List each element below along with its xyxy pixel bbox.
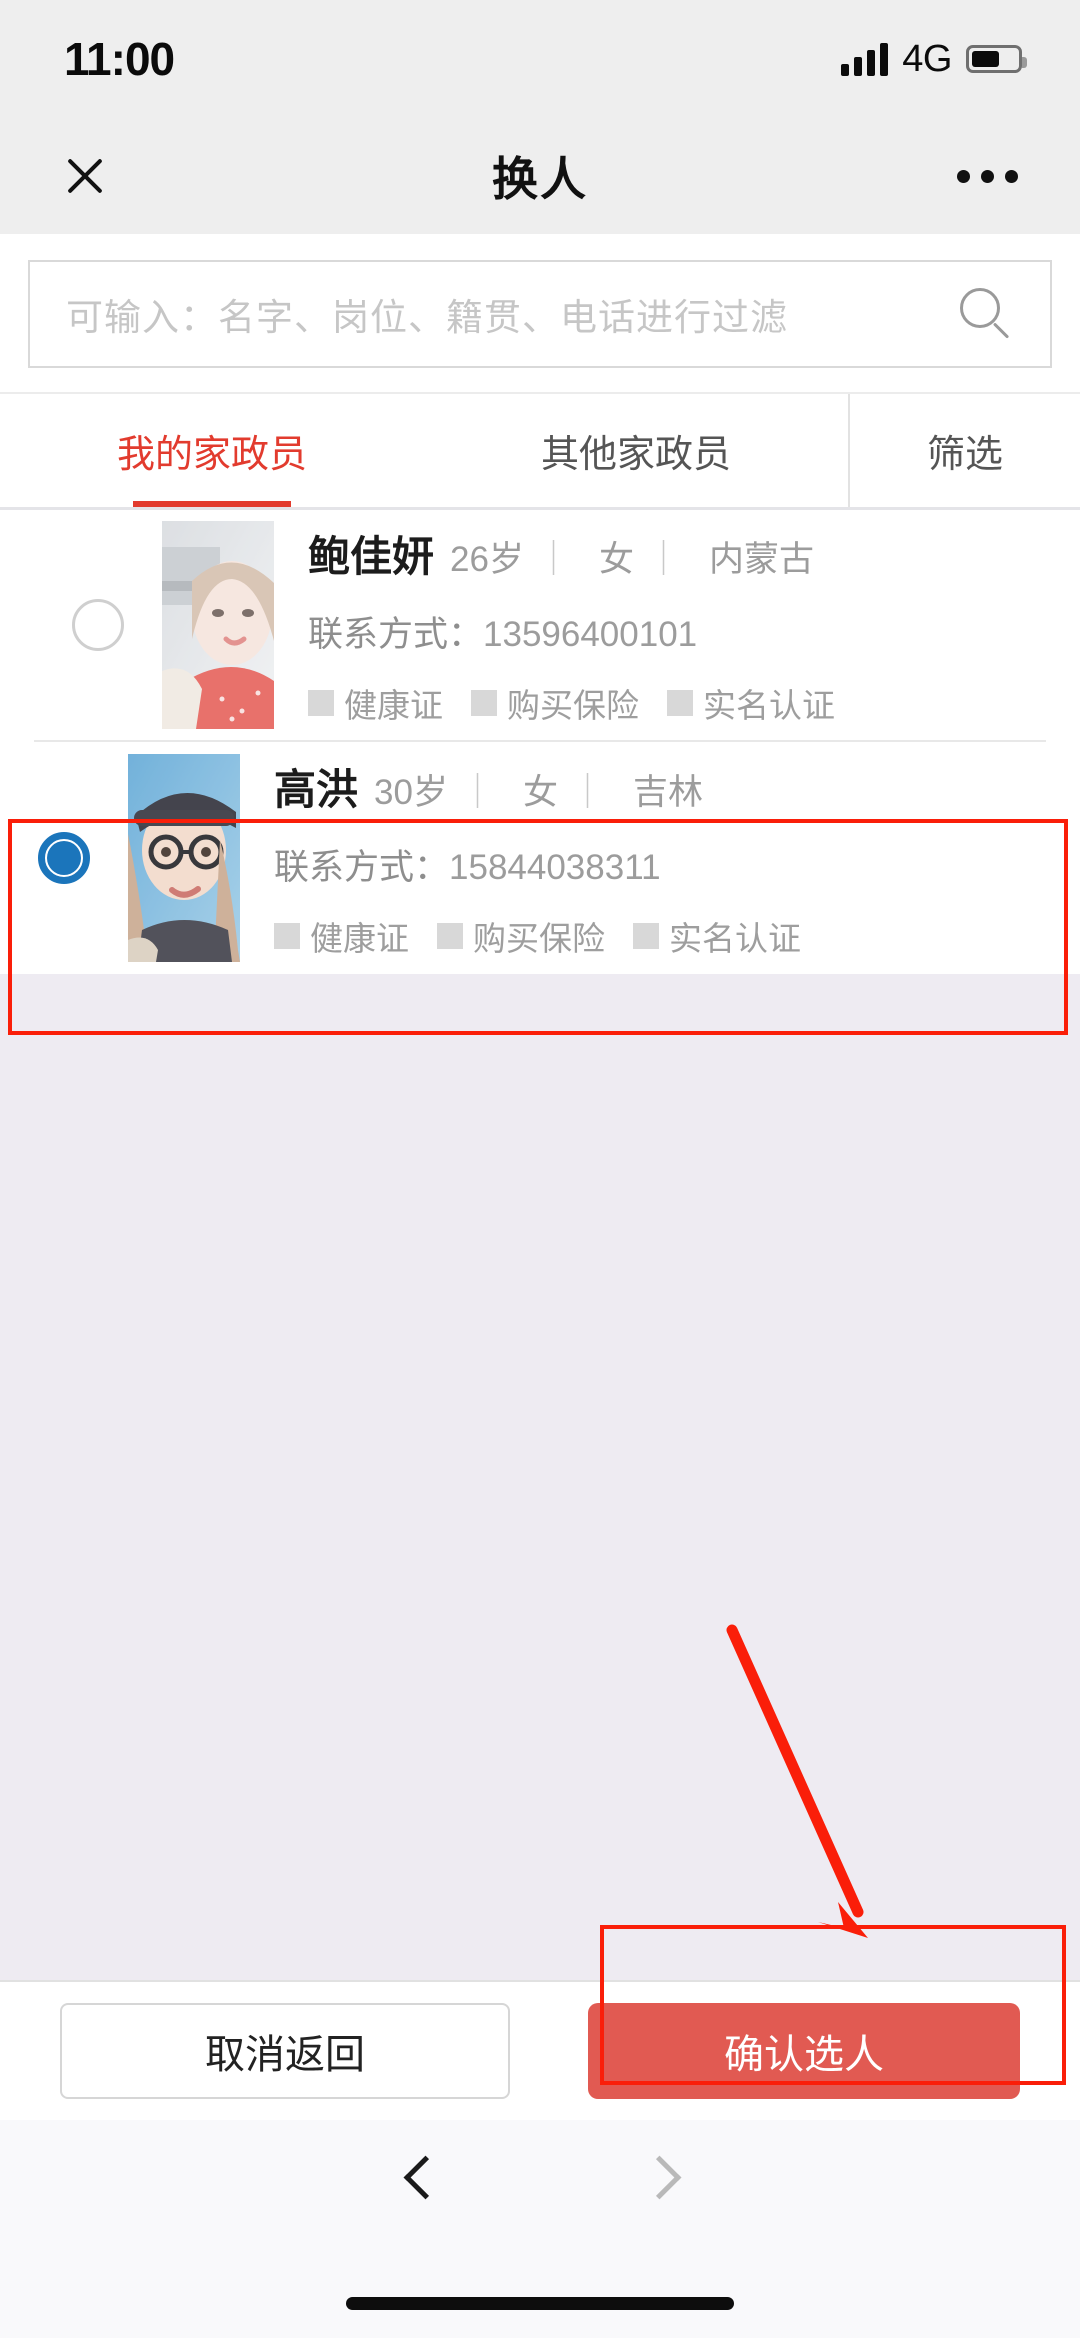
- person-info: 鲍佳妍 26岁 ｜ 女 ｜ 内蒙古 联系方式：13596400101 健康证 购…: [274, 523, 1046, 727]
- badge-square-icon: [274, 923, 300, 949]
- person-age: 26岁: [450, 540, 524, 579]
- status-badge: 购买保险: [471, 679, 639, 727]
- list-item[interactable]: 高洪 30岁 ｜ 女 ｜ 吉林 联系方式：15844038311 健康证 购买保…: [0, 742, 1080, 974]
- person-age: 30岁: [374, 773, 448, 812]
- badge-square-icon: [437, 923, 463, 949]
- person-badges: 健康证 购买保险 实名认证: [274, 912, 1080, 960]
- badge-label: 购买保险: [473, 920, 605, 957]
- phone-screen: 11:00 4G 换人 可输入：名字、岗位、籍贯、电话进行过滤 我的家政员 其他…: [0, 0, 1080, 2338]
- person-name: 高洪: [274, 766, 359, 813]
- status-badge: 健康证: [308, 679, 443, 727]
- badge-label: 实名认证: [703, 687, 835, 724]
- avatar: [162, 521, 274, 729]
- badge-label: 健康证: [344, 687, 443, 724]
- search-icon[interactable]: [958, 286, 1014, 342]
- housekeeper-list: 鲍佳妍 26岁 ｜ 女 ｜ 内蒙古 联系方式：13596400101 健康证 购…: [0, 510, 1080, 974]
- tab-bar: 我的家政员 其他家政员 筛选: [0, 392, 1080, 510]
- radio-unchecked-icon[interactable]: [72, 599, 124, 651]
- contact-label: 联系方式：: [308, 615, 484, 654]
- search-section: 可输入：名字、岗位、籍贯、电话进行过滤: [0, 234, 1080, 392]
- status-badge: 实名认证: [667, 679, 835, 727]
- person-radio[interactable]: [34, 599, 162, 651]
- badge-square-icon: [633, 923, 659, 949]
- person-contact: 联系方式：13596400101: [308, 606, 1046, 657]
- signal-bars-icon: [841, 42, 889, 76]
- contact-number: 13596400101: [483, 615, 698, 654]
- status-badge: 实名认证: [633, 912, 801, 960]
- confirm-button[interactable]: 确认选人: [588, 2003, 1020, 2099]
- status-clock: 11:00: [64, 33, 175, 85]
- browser-nav-bar: [0, 2120, 1080, 2338]
- badge-label: 实名认证: [669, 920, 801, 957]
- badge-square-icon: [308, 690, 334, 716]
- home-indicator: [346, 2297, 734, 2310]
- status-badge: 购买保险: [437, 912, 605, 960]
- person-radio[interactable]: [0, 832, 128, 884]
- network-type-label: 4G: [902, 37, 952, 80]
- tab-my-housekeepers[interactable]: 我的家政员: [0, 394, 424, 507]
- person-badges: 健康证 购买保险 实名认证: [308, 679, 1046, 727]
- meta-separator: ｜: [569, 773, 605, 812]
- tab-other-housekeepers[interactable]: 其他家政员: [424, 394, 848, 507]
- status-indicators: 4G: [841, 37, 1027, 81]
- contact-number: 15844038311: [449, 848, 661, 887]
- more-options-icon[interactable]: [957, 169, 1018, 183]
- badge-label: 购买保险: [507, 687, 639, 724]
- meta-separator: ｜: [645, 540, 681, 579]
- person-gender: 女: [522, 773, 558, 812]
- chevron-right-icon[interactable]: [638, 2152, 682, 2216]
- person-contact: 联系方式：15844038311: [274, 839, 1080, 890]
- person-hometown: 内蒙古: [709, 540, 815, 579]
- status-badge: 健康证: [274, 912, 409, 960]
- person-info: 高洪 30岁 ｜ 女 ｜ 吉林 联系方式：15844038311 健康证 购买保…: [240, 756, 1080, 960]
- badge-square-icon: [667, 690, 693, 716]
- page-title: 换人: [492, 153, 588, 205]
- avatar: [128, 754, 240, 962]
- search-input[interactable]: 可输入：名字、岗位、籍贯、电话进行过滤: [28, 260, 1052, 368]
- meta-separator: ｜: [459, 773, 495, 812]
- meta-separator: ｜: [535, 540, 571, 579]
- tab-label: 我的家政员: [116, 434, 307, 476]
- cancel-button[interactable]: 取消返回: [60, 2003, 510, 2099]
- search-placeholder: 可输入：名字、岗位、籍贯、电话进行过滤: [66, 297, 788, 338]
- bottom-action-bar: 取消返回 确认选人: [0, 1980, 1080, 2120]
- tab-label: 其他家政员: [540, 434, 731, 476]
- contact-label: 联系方式：: [274, 848, 450, 887]
- battery-icon: [966, 45, 1027, 73]
- tab-filter[interactable]: 筛选: [848, 394, 1080, 507]
- person-hometown: 吉林: [633, 773, 704, 812]
- list-item[interactable]: 鲍佳妍 26岁 ｜ 女 ｜ 内蒙古 联系方式：13596400101 健康证 购…: [34, 510, 1046, 742]
- status-bar: 11:00 4G: [0, 0, 1080, 118]
- person-name: 鲍佳妍: [308, 533, 435, 580]
- radio-checked-icon[interactable]: [38, 832, 90, 884]
- person-gender: 女: [598, 540, 634, 579]
- tab-label: 筛选: [926, 434, 1003, 476]
- chevron-left-icon[interactable]: [398, 2152, 442, 2216]
- badge-label: 健康证: [310, 920, 409, 957]
- nav-bar: 换人: [0, 118, 1080, 234]
- badge-square-icon: [471, 690, 497, 716]
